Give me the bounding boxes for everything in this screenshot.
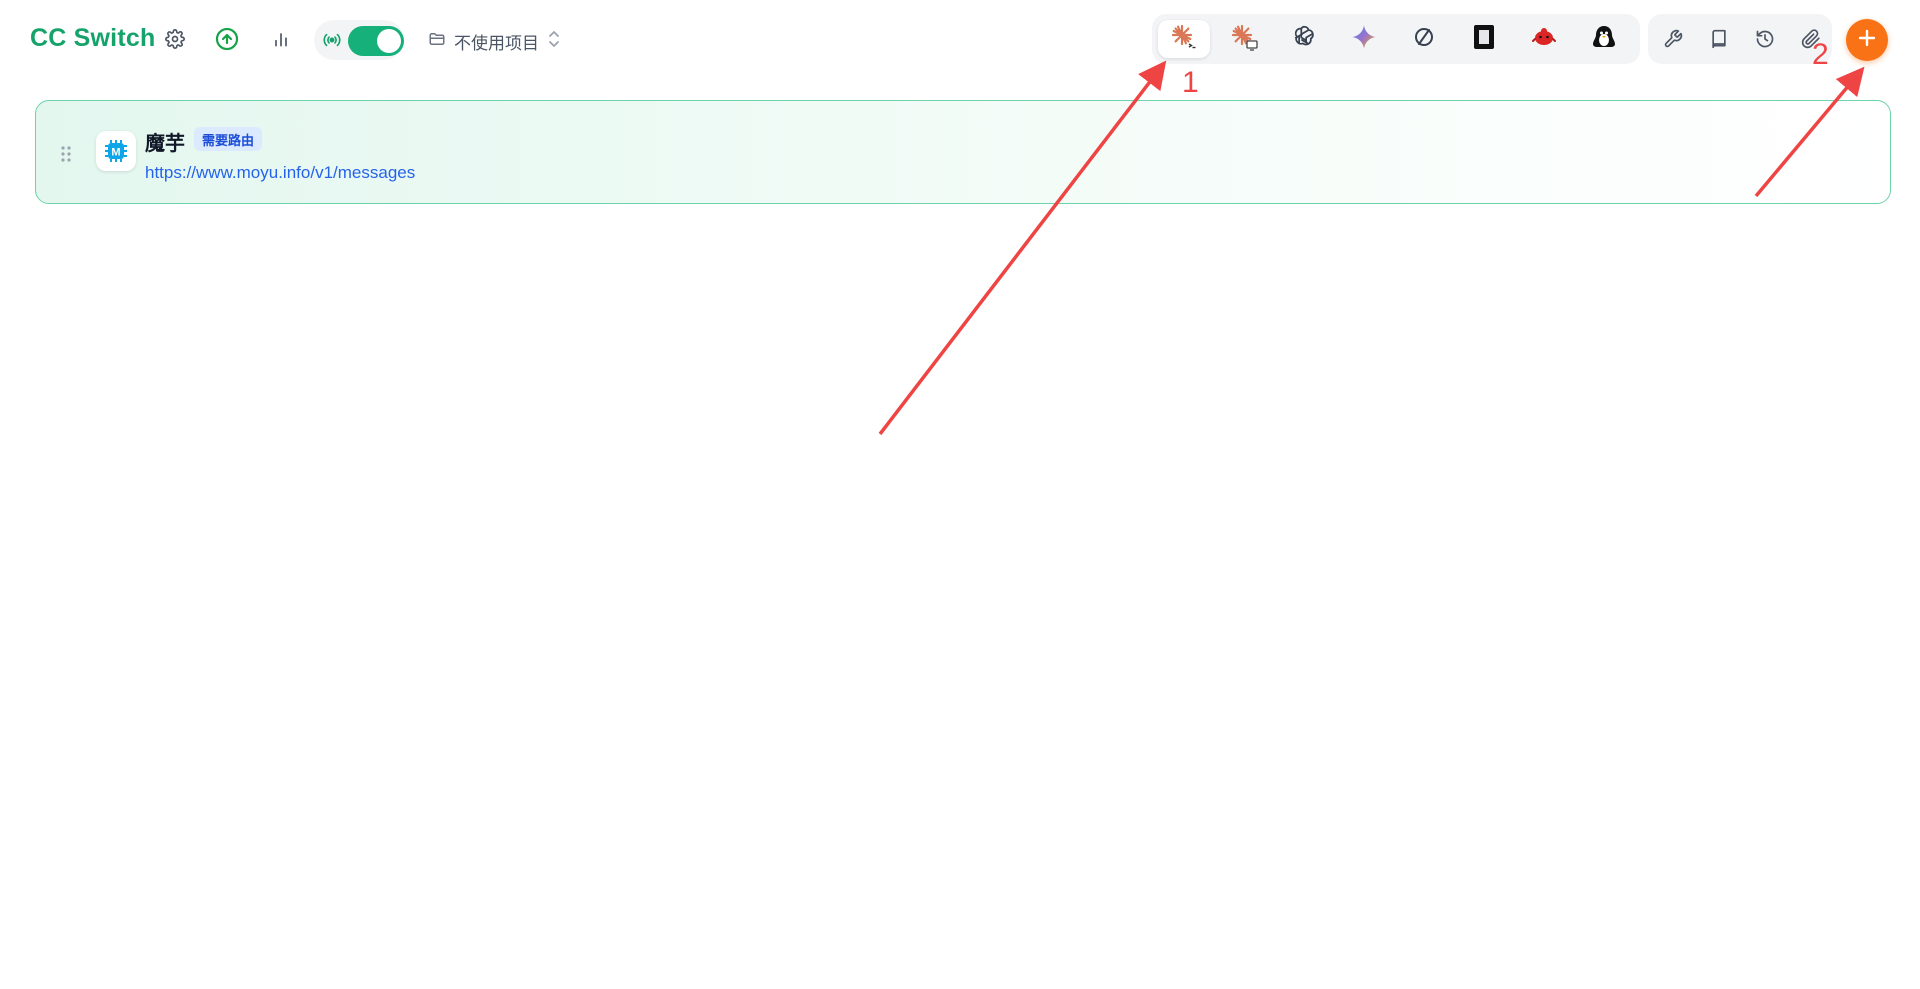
wrench-icon[interactable]: [1658, 24, 1688, 54]
provider-url-link[interactable]: https://www.moyu.info/v1/messages: [145, 163, 415, 183]
claude-code-icon: [1170, 23, 1198, 56]
toggle-knob: [377, 29, 401, 53]
app-gemini-button[interactable]: [1338, 20, 1390, 58]
openai-icon: [1291, 24, 1317, 55]
app-opencode-button[interactable]: [1398, 20, 1450, 58]
drag-handle-icon[interactable]: [60, 145, 72, 163]
provider-logo: M: [96, 131, 136, 171]
arrow-up-circle-icon[interactable]: [212, 24, 242, 54]
plus-icon: [1857, 28, 1877, 53]
app-claude-code-button[interactable]: [1158, 20, 1210, 58]
chevron-up-down-icon: [547, 30, 561, 53]
add-provider-button[interactable]: [1846, 19, 1888, 61]
app-switcher: [1152, 14, 1640, 64]
bar-chart-icon[interactable]: [266, 24, 296, 54]
tool-group: [1648, 14, 1832, 64]
gear-icon[interactable]: [160, 24, 190, 54]
provider-logo-letter: M: [111, 147, 120, 159]
app-red-creature-button[interactable]: [1518, 20, 1570, 58]
folder-icon: [428, 30, 446, 53]
terminal-app-icon: [1473, 24, 1495, 55]
gemini-icon: [1351, 24, 1377, 55]
history-icon[interactable]: [1750, 24, 1780, 54]
proxy-toggle-group: [314, 20, 404, 60]
proxy-toggle[interactable]: [348, 26, 404, 56]
app-openai-codex-button[interactable]: [1278, 20, 1330, 58]
annotation-number-1: 1: [1182, 66, 1199, 99]
app-claude-desktop-button[interactable]: [1218, 20, 1270, 58]
book-icon[interactable]: [1704, 24, 1734, 54]
red-creature-icon: [1531, 24, 1557, 55]
provider-name: 魔芋: [145, 133, 185, 155]
header: CC Switch 不使用项目: [0, 0, 1920, 80]
penguin-icon: [1591, 24, 1617, 55]
claude-desktop-icon: [1230, 23, 1258, 56]
app-terminal-button[interactable]: [1458, 20, 1510, 58]
annotation-number-2: 2: [1812, 38, 1829, 71]
radio-signal-icon: [322, 30, 342, 50]
opencode-icon: [1412, 25, 1436, 54]
project-selector[interactable]: 不使用项目: [428, 26, 561, 56]
app-title: CC Switch: [30, 24, 156, 52]
project-selector-label: 不使用项目: [454, 33, 539, 53]
app-penguin-button[interactable]: [1578, 20, 1630, 58]
status-badge: 需要路由: [194, 127, 263, 151]
provider-card[interactable]: M 魔芋 需要路由 https://www.moyu.info/v1/messa…: [35, 100, 1891, 204]
